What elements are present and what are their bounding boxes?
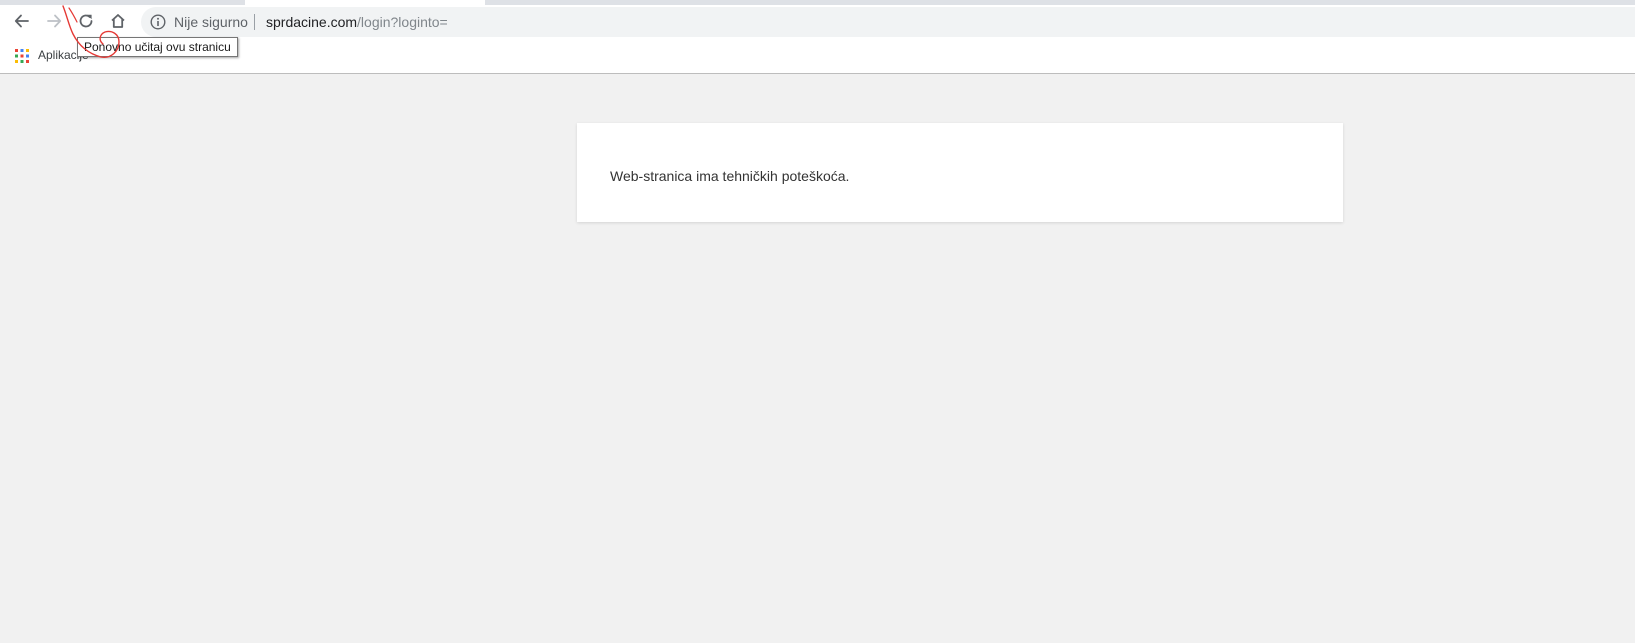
- forward-button[interactable]: [40, 7, 68, 35]
- browser-toolbar: Nije sigurno sprdacine.com/login?loginto…: [0, 5, 1635, 41]
- reload-tooltip: Ponovno učitaj ovu stranicu: [77, 37, 238, 57]
- back-button[interactable]: [8, 7, 36, 35]
- url-path: /login?loginto=: [357, 14, 448, 30]
- arrow-left-icon: [14, 14, 29, 28]
- address-bar[interactable]: Nije sigurno sprdacine.com/login?loginto…: [141, 7, 1635, 37]
- bookmarks-bar: Aplikacije: [0, 41, 1635, 73]
- home-button[interactable]: [104, 7, 132, 35]
- reload-button[interactable]: [72, 7, 100, 35]
- browser-chrome: Nije sigurno sprdacine.com/login?loginto…: [0, 0, 1635, 74]
- security-status-label[interactable]: Nije sigurno: [174, 14, 248, 30]
- reload-icon: [79, 14, 93, 28]
- home-icon: [111, 14, 125, 28]
- error-message: Web-stranica ima tehničkih poteškoća.: [610, 168, 850, 184]
- apps-grid-icon[interactable]: [15, 49, 29, 63]
- url-text[interactable]: sprdacine.com/login?loginto=: [266, 14, 448, 30]
- url-host: sprdacine.com: [266, 14, 358, 30]
- arrow-right-icon: [47, 14, 62, 28]
- omnibox-divider: [254, 14, 255, 30]
- error-card: Web-stranica ima tehničkih poteškoća.: [577, 123, 1343, 222]
- info-icon[interactable]: [149, 13, 167, 31]
